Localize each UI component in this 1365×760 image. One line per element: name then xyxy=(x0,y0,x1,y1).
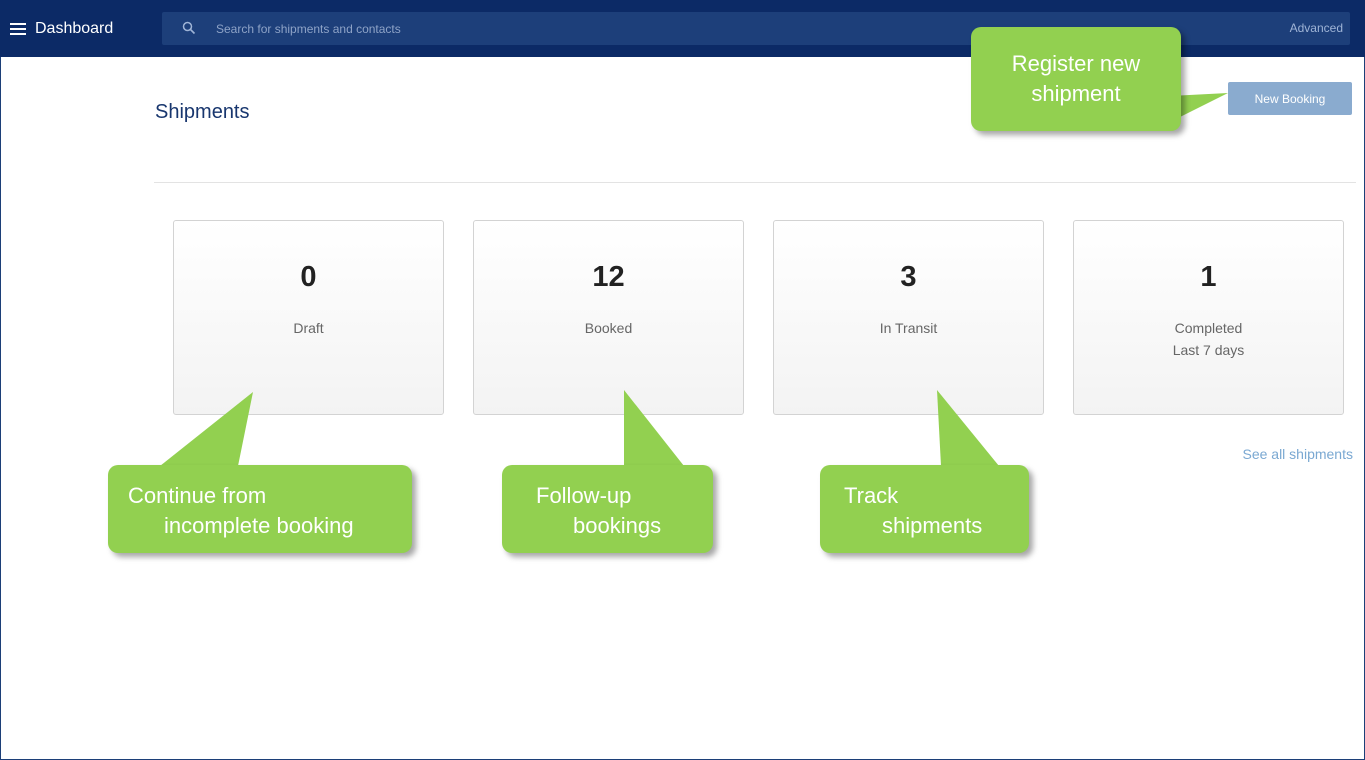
hamburger-icon xyxy=(10,23,26,35)
card-count: 1 xyxy=(1200,261,1217,293)
card-in-transit[interactable]: 3 In Transit xyxy=(773,220,1044,415)
callout-text: Continue from incomplete booking xyxy=(128,483,354,538)
card-count: 12 xyxy=(592,261,625,293)
card-count: 3 xyxy=(900,261,917,293)
see-all-shipments-link[interactable]: See all shipments xyxy=(1242,446,1353,462)
card-completed[interactable]: 1 Completed Last 7 days xyxy=(1073,220,1344,415)
card-label: Completed Last 7 days xyxy=(1172,320,1245,358)
search-icon xyxy=(182,21,196,35)
callout-pointer xyxy=(937,390,999,466)
menu-button[interactable]: Dashboard xyxy=(10,17,113,41)
menu-title: Dashboard xyxy=(35,20,114,37)
new-booking-button[interactable]: New Booking xyxy=(1228,82,1352,115)
card-count: 0 xyxy=(300,261,317,293)
card-label: In Transit xyxy=(879,320,938,336)
divider xyxy=(154,182,1356,183)
card-sublabel: Last 7 days xyxy=(1172,342,1245,358)
card-booked[interactable]: 12 Booked xyxy=(473,220,744,415)
callout-text: Register new shipment xyxy=(1011,51,1141,106)
callout-text: Follow-up bookings xyxy=(536,483,662,538)
callout-continue-incomplete: Continue from incomplete booking xyxy=(108,465,412,553)
callout-pointer xyxy=(160,392,253,466)
card-draft[interactable]: 0 Draft xyxy=(173,220,444,415)
card-label: Draft xyxy=(293,320,324,336)
callout-text: Track shipments xyxy=(844,483,983,538)
callout-register-new-shipment: Register new shipment xyxy=(971,27,1181,131)
page-title: Shipments xyxy=(155,101,250,123)
card-label: Booked xyxy=(584,320,633,336)
callout-pointer xyxy=(624,390,684,466)
callout-follow-up-bookings: Follow-up bookings xyxy=(502,465,713,553)
advanced-search-link[interactable]: Advanced xyxy=(1290,21,1343,35)
callout-track-shipments: Track shipments xyxy=(820,465,1029,553)
